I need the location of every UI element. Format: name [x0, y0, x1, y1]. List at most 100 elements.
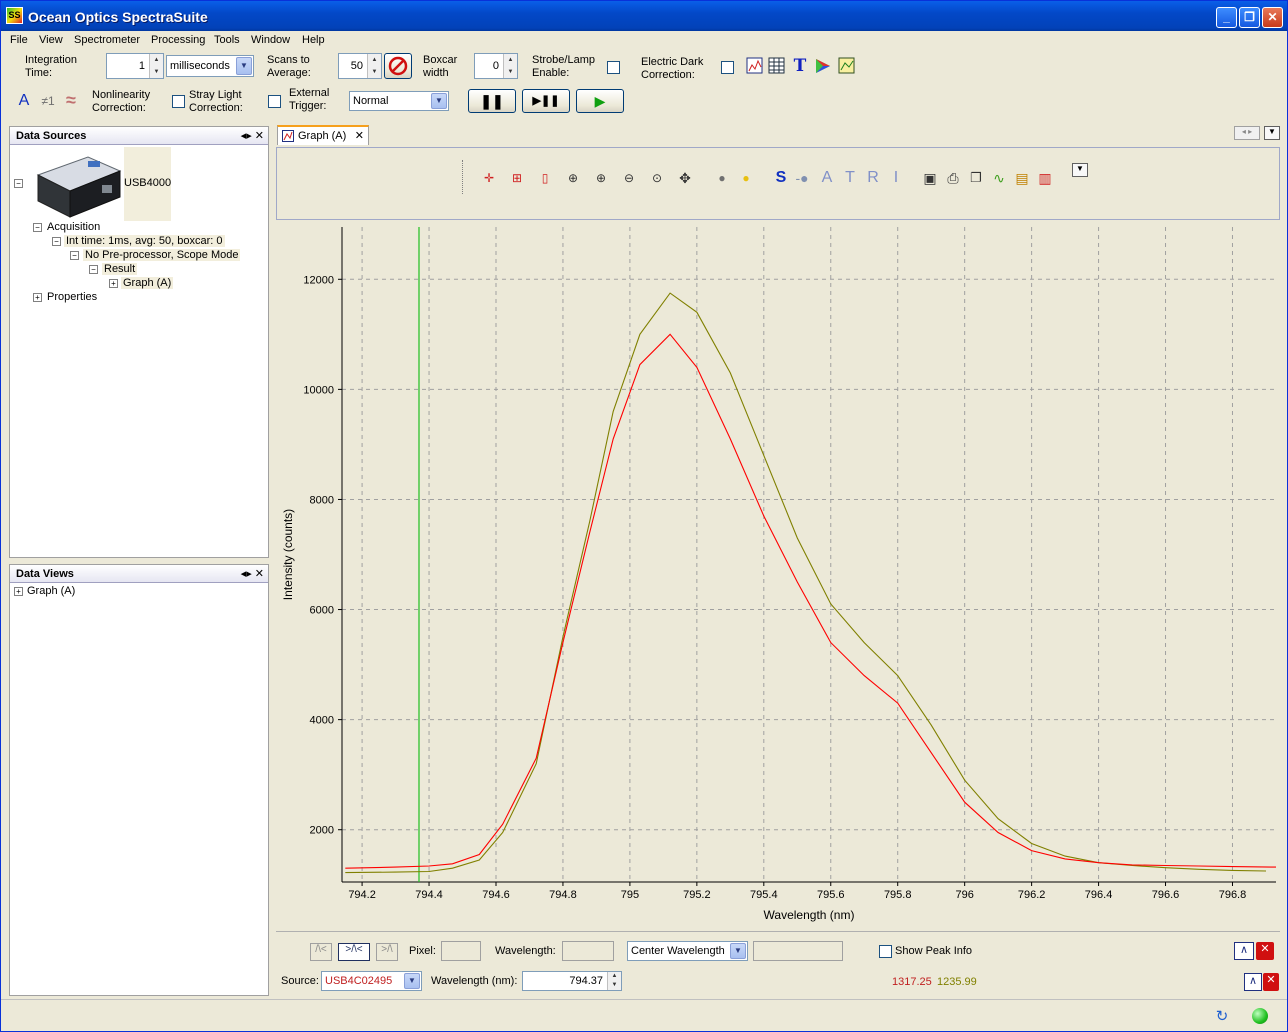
absorbance-mode-icon[interactable]: A	[818, 169, 836, 187]
collapse-icon[interactable]: −	[70, 251, 79, 260]
collapse-icon[interactable]: −	[14, 179, 23, 188]
tab-scroll-icon[interactable]: ◂ ▸	[1234, 126, 1260, 140]
spinner-arrows-icon[interactable]: ▲ ▼	[503, 54, 517, 78]
spinner-arrows-icon[interactable]: ▲ ▼	[367, 54, 381, 78]
tree-result[interactable]: Result	[102, 263, 138, 275]
pause-button[interactable]: ❚❚	[468, 89, 516, 113]
bulb-off-icon[interactable]: ●	[713, 169, 731, 187]
collapse-icon[interactable]: −	[33, 223, 42, 232]
tab-graph-a[interactable]: Graph (A) ✕	[277, 125, 369, 145]
chevron-down-icon[interactable]: ▼	[236, 57, 252, 75]
center-wavelength-select[interactable]: Center Wavelength ▼	[627, 941, 748, 961]
tree-int-time[interactable]: Int time: 1ms, avg: 50, boxcar: 0	[64, 235, 225, 247]
menu-file[interactable]: File	[10, 34, 28, 46]
prev-peak-icon[interactable]: /\<	[310, 943, 332, 961]
expand-icon[interactable]: +	[33, 293, 42, 302]
not-equal-one-icon[interactable]: ≠1	[38, 93, 58, 109]
export-icon[interactable]: ▤	[1013, 169, 1031, 187]
zoom-reset-icon[interactable]: ⊙	[648, 169, 666, 187]
cursor-crosshair-icon[interactable]: ✛	[480, 169, 498, 187]
transmission-icon[interactable]: T	[792, 58, 808, 75]
chevron-down-icon[interactable]: ▼	[431, 93, 447, 109]
cursor-wavelength-spinner[interactable]: 794.37 ▲ ▼	[522, 971, 622, 991]
irradiance-mode-icon[interactable]: I	[887, 169, 905, 187]
expand-icon[interactable]: +	[14, 587, 23, 596]
close-peak-tool-icon[interactable]: ✕	[1256, 942, 1274, 960]
reflection-mode-icon[interactable]: R	[864, 169, 882, 187]
panel-controls[interactable]: ◂▸ ✕	[241, 567, 264, 580]
find-peak-icon[interactable]: >/\<	[338, 943, 370, 961]
copy-icon[interactable]: ❐	[967, 169, 985, 187]
menu-help[interactable]: Help	[302, 34, 325, 46]
collapse-icon[interactable]: −	[52, 237, 61, 246]
source-select[interactable]: USB4C02495 ▼	[321, 971, 422, 991]
bulb-on-icon[interactable]: ●	[737, 169, 755, 187]
scope-mode-icon[interactable]	[746, 57, 764, 75]
close-tab-icon[interactable]: ✕	[355, 129, 364, 142]
peak-tool-icon[interactable]: ∧	[1234, 942, 1254, 960]
wave-correction-icon[interactable]: ≈	[61, 91, 81, 109]
pan-icon[interactable]: ✥	[676, 169, 694, 187]
expand-icon[interactable]: +	[109, 279, 118, 288]
play-button[interactable]: ▶	[576, 89, 624, 113]
maximize-button[interactable]: ❐	[1239, 7, 1260, 28]
next-peak-icon[interactable]: >/\	[376, 943, 398, 961]
menu-window[interactable]: Window	[251, 34, 290, 46]
minimize-button[interactable]: _	[1216, 7, 1237, 28]
tree-properties[interactable]: Properties	[47, 291, 97, 303]
close-button[interactable]: ✕	[1262, 7, 1283, 28]
data-views-graph[interactable]: Graph (A)	[27, 585, 75, 597]
tab-menu-chevron-icon[interactable]: ▼	[1264, 126, 1280, 140]
collapse-icon[interactable]: −	[89, 265, 98, 274]
title-bar[interactable]: SS Ocean Optics SpectraSuite _ ❐ ✕	[1, 1, 1287, 31]
spectrum-chart[interactable]: 794.2 794.4 794.6 794.8 795 795.2 795.4 795.6 79…	[276, 221, 1282, 929]
zoom-in-icon[interactable]: ⊕	[592, 169, 610, 187]
menu-view[interactable]: View	[39, 34, 63, 46]
scans-to-average-spinner[interactable]: 50 ▲ ▼	[338, 53, 382, 79]
menu-spectrometer[interactable]: Spectrometer	[74, 34, 140, 46]
cursor-tool-icon[interactable]: ∧	[1244, 973, 1262, 991]
overlay-spectrum-icon[interactable]: ∿	[990, 169, 1008, 187]
show-peak-info-checkbox[interactable]	[879, 945, 892, 958]
transmission-mode-icon[interactable]: T	[841, 169, 859, 187]
center-wavelength-field[interactable]	[753, 941, 843, 961]
table-view-icon[interactable]	[768, 57, 786, 75]
menu-processing[interactable]: Processing	[151, 34, 205, 46]
irradiance-graph-icon[interactable]	[838, 57, 856, 75]
boxcar-width-spinner[interactable]: 0 ▲ ▼	[474, 53, 518, 79]
nonlinearity-checkbox[interactable]	[172, 95, 185, 108]
store-spectrum-icon[interactable]: S	[772, 169, 790, 187]
panel-controls[interactable]: ◂▸ ✕	[241, 129, 264, 142]
delete-overlay-icon[interactable]: ▥	[1036, 169, 1054, 187]
toolbar-overflow-chevron-icon[interactable]: ▼	[1072, 163, 1088, 177]
spinner-arrows-icon[interactable]: ▲ ▼	[607, 972, 621, 990]
absorbance-icon[interactable]: A	[16, 93, 32, 109]
spectrum-chart-area[interactable]: 794.2 794.4 794.6 794.8 795 795.2 795.4 795.6 79…	[276, 221, 1282, 929]
refresh-icon[interactable]: ↻	[1213, 1008, 1231, 1026]
wavelength-field[interactable]	[562, 941, 614, 961]
tree-preprocessor[interactable]: No Pre-processor, Scope Mode	[83, 249, 241, 261]
trigger-mode-select[interactable]: Normal ▼	[349, 91, 449, 111]
zoom-out-icon[interactable]: ⊖	[620, 169, 638, 187]
electric-dark-checkbox[interactable]	[721, 61, 734, 74]
integration-time-spinner[interactable]: 1 ▲ ▼	[106, 53, 164, 79]
menu-tools[interactable]: Tools	[214, 34, 240, 46]
color-spectrum-icon[interactable]	[814, 57, 832, 75]
stray-light-checkbox[interactable]	[268, 95, 281, 108]
zoom-vertical-icon[interactable]: ▯	[536, 169, 554, 187]
dark-icon[interactable]: -●	[793, 169, 811, 187]
tree-graph[interactable]: Graph (A)	[121, 277, 174, 289]
stop-averaging-button[interactable]	[384, 53, 412, 79]
save-icon[interactable]: ▣	[921, 169, 939, 187]
chevron-down-icon[interactable]: ▼	[404, 973, 420, 989]
zoom-box-icon[interactable]: ⊞	[508, 169, 526, 187]
device-name[interactable]: USB4000	[124, 177, 171, 189]
strobe-lamp-checkbox[interactable]	[607, 61, 620, 74]
chevron-down-icon[interactable]: ▼	[730, 943, 746, 959]
zoom-fit-icon[interactable]: ⊕	[564, 169, 582, 187]
tree-acquisition[interactable]: Acquisition	[47, 221, 100, 233]
print-icon[interactable]: ⎙	[944, 169, 962, 187]
spinner-arrows-icon[interactable]: ▲ ▼	[149, 54, 163, 78]
single-acquire-button[interactable]: ▶❚❚	[522, 89, 570, 113]
close-cursor-tool-icon[interactable]: ✕	[1263, 973, 1279, 991]
